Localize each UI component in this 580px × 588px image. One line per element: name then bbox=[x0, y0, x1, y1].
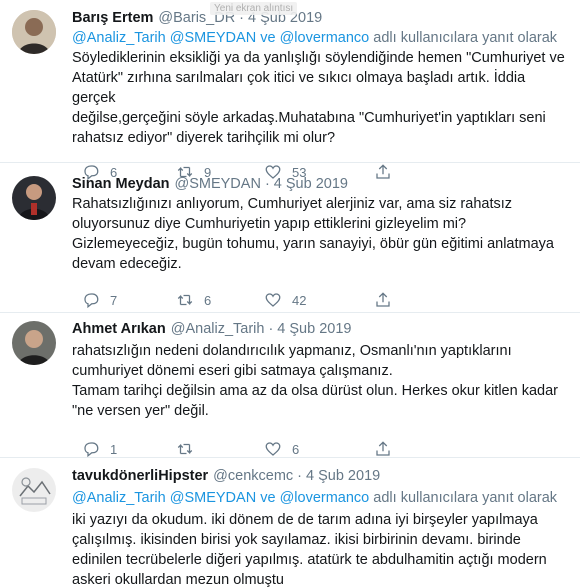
tweet-text-line: Tamam tarihçi değilsin ama az da olsa dü… bbox=[72, 383, 558, 399]
avatar-drawing-icon bbox=[12, 468, 56, 512]
avatar[interactable] bbox=[12, 10, 56, 54]
tweet-text-line: rahatsızlığın nedeni dolandırıcılık yapm… bbox=[72, 343, 512, 359]
author-name[interactable]: Barış Ertem bbox=[72, 8, 153, 28]
divider bbox=[0, 457, 580, 458]
tweet-text: Rahatsızlığınızı anlıyorum, Cumhuriyet a… bbox=[72, 194, 570, 274]
reply-context: @Analiz_Tarih @SMEYDAN ve @lovermanco ad… bbox=[72, 28, 570, 48]
tweet-text-line: Gizlemeyeceğiz, bugün tohumu, yarın sana… bbox=[72, 236, 554, 252]
reply-count: 7 bbox=[110, 292, 118, 308]
like-count: 6 bbox=[292, 441, 300, 457]
tweet-text-line: oluyorsunuz diye Cumhuriyetin yapıp etti… bbox=[72, 216, 467, 232]
tweet-text: Söylediklerinin eksikliği ya da yanlışlı… bbox=[72, 48, 570, 148]
reply-button[interactable]: 1 bbox=[82, 440, 176, 458]
tweet-timestamp[interactable]: 4 Şub 2019 bbox=[277, 319, 351, 339]
tweet-text-line: Rahatsızlığınızı anlıyorum, Cumhuriyet a… bbox=[72, 196, 512, 212]
tweet-text: iki yazıyı da okudum. iki dönem de de ta… bbox=[72, 510, 570, 588]
tweet-text-line: devam edeceğiz. bbox=[72, 256, 182, 272]
tweet-sinan-meydan[interactable]: Sinan Meydan @SMEYDAN · 4 Şub 2019 Rahat… bbox=[0, 174, 580, 310]
share-icon bbox=[376, 292, 390, 307]
reply-icon bbox=[84, 442, 99, 458]
screenshot-tooltip: Yeni ekran alıntısı bbox=[210, 2, 298, 15]
mention-link[interactable]: @Analiz_Tarih bbox=[72, 30, 166, 46]
divider bbox=[0, 312, 580, 313]
heart-icon bbox=[265, 293, 281, 307]
avatar[interactable] bbox=[12, 468, 56, 512]
mention-link[interactable]: @SMEYDAN bbox=[170, 490, 256, 506]
share-button[interactable] bbox=[374, 440, 392, 458]
tweet-text-line: değilse,gerçeğini söyle arkadaş.Muhatabı… bbox=[72, 110, 546, 126]
like-button[interactable]: 42 bbox=[264, 291, 374, 309]
tweet-baris-ertem[interactable]: Barış Ertem @Baris_DR · 4 Şub 2019 @Anal… bbox=[0, 8, 580, 182]
heart-icon bbox=[265, 442, 281, 456]
tweet-timestamp[interactable]: 4 Şub 2019 bbox=[274, 174, 348, 194]
tweet-actions: 1 6 bbox=[72, 439, 570, 459]
separator-dot: · bbox=[268, 321, 274, 337]
author-handle[interactable]: @cenkcemc bbox=[213, 466, 293, 486]
tweet-text-line: edinilen tecrübelerle diğeri yapılmış. a… bbox=[72, 552, 547, 568]
tweet-actions: 7 6 42 bbox=[72, 290, 570, 310]
tweet-tavukdonerlihipster[interactable]: tavukdönerliHipster @cenkcemc · 4 Şub 20… bbox=[0, 466, 580, 588]
tweet-text-line: rahatsız ediyor" diyerek tarihçilik mi o… bbox=[72, 130, 336, 146]
reply-connector: ve bbox=[260, 490, 276, 506]
tweet-timestamp[interactable]: 4 Şub 2019 bbox=[306, 466, 380, 486]
mention-link[interactable]: @SMEYDAN bbox=[170, 30, 256, 46]
author-name[interactable]: Ahmet Arıkan bbox=[72, 319, 166, 339]
reply-suffix: adlı kullanıcılara yanıt olarak bbox=[373, 490, 558, 506]
reply-count: 1 bbox=[110, 441, 118, 457]
reply-suffix: adlı kullanıcılara yanıt olarak bbox=[373, 30, 558, 46]
tweet-text-line: Söylediklerinin eksikliği ya da yanlışlı… bbox=[72, 50, 565, 66]
author-name[interactable]: Sinan Meydan bbox=[72, 174, 170, 194]
author-handle[interactable]: @SMEYDAN bbox=[175, 174, 261, 194]
avatar[interactable] bbox=[12, 176, 56, 220]
share-button[interactable] bbox=[374, 291, 392, 309]
reply-context: @Analiz_Tarih @SMEYDAN ve @lovermanco ad… bbox=[72, 488, 570, 508]
avatar[interactable] bbox=[12, 321, 56, 365]
retweet-count: 6 bbox=[204, 292, 212, 308]
reply-connector: ve bbox=[260, 30, 276, 46]
like-button[interactable]: 6 bbox=[264, 440, 374, 458]
tweet-text-line: askeri okullardan mezun olmuştu bbox=[72, 572, 284, 588]
mention-link[interactable]: @Analiz_Tarih bbox=[72, 490, 166, 506]
tweet-text-line: "ne versen yer" değil. bbox=[72, 403, 209, 419]
tweet-text-line: iki yazıyı da okudum. iki dönem de de ta… bbox=[72, 512, 538, 528]
tweet-text-line: çalışılmış. ikisinden birisi yok sayılam… bbox=[72, 532, 521, 548]
author-handle[interactable]: @Analiz_Tarih bbox=[171, 319, 265, 339]
divider bbox=[0, 162, 580, 163]
mention-link[interactable]: @lovermanco bbox=[280, 30, 370, 46]
retweet-button[interactable]: 6 bbox=[176, 291, 264, 309]
retweet-button[interactable] bbox=[176, 440, 264, 458]
retweet-icon bbox=[177, 443, 193, 455]
tweet-text-line: cumhuriyet dönemi eseri gibi satmaya çal… bbox=[72, 363, 393, 379]
separator-dot: · bbox=[297, 468, 303, 484]
separator-dot: · bbox=[264, 176, 270, 192]
share-icon bbox=[376, 441, 390, 456]
tweet-ahmet-arikan[interactable]: Ahmet Arıkan @Analiz_Tarih · 4 Şub 2019 … bbox=[0, 319, 580, 459]
tweet-text-line: Atatürk" zırhına sarılmaları çok itici v… bbox=[72, 70, 526, 106]
like-count: 42 bbox=[292, 292, 307, 308]
reply-icon bbox=[84, 293, 99, 309]
tweet-text: rahatsızlığın nedeni dolandırıcılık yapm… bbox=[72, 341, 570, 421]
avatar-photo-icon bbox=[12, 321, 56, 365]
avatar-photo-icon bbox=[12, 176, 56, 220]
avatar-photo-icon bbox=[12, 10, 56, 54]
retweet-icon bbox=[177, 294, 193, 306]
mention-link[interactable]: @lovermanco bbox=[280, 490, 370, 506]
reply-button[interactable]: 7 bbox=[82, 291, 176, 309]
author-name[interactable]: tavukdönerliHipster bbox=[72, 466, 208, 486]
